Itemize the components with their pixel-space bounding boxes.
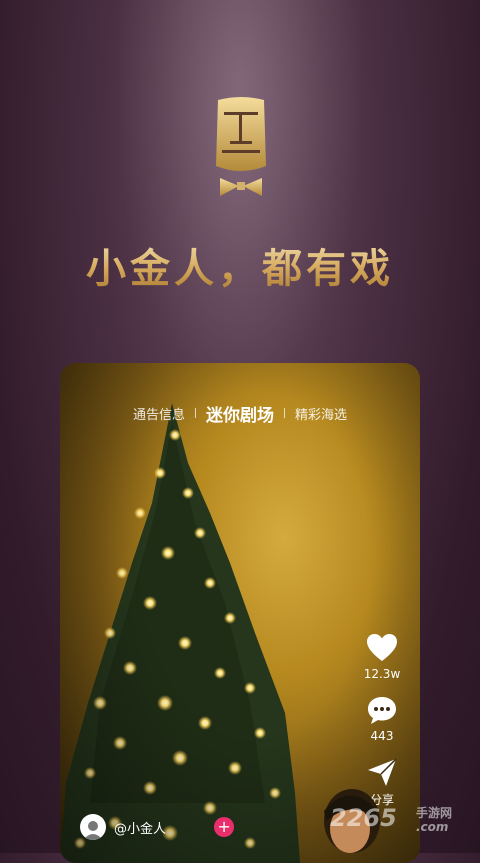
tab-mini-theater[interactable]: 迷你剧场: [206, 401, 274, 426]
tab-bar: 通告信息 迷你剧场 精彩海选: [60, 401, 420, 426]
plus-icon: +: [217, 817, 231, 836]
tab-announcements[interactable]: 通告信息: [133, 404, 185, 423]
phone-preview: 通告信息 迷你剧场 精彩海选 12.3w 443 分享 @小金人 +: [60, 363, 420, 863]
oscar-head-logo: [216, 97, 266, 196]
watermark-domain: .com: [416, 820, 449, 834]
username[interactable]: @小金人: [114, 818, 166, 837]
tab-divider: [284, 408, 285, 418]
like-count: 12.3w: [363, 667, 401, 681]
tab-auditions[interactable]: 精彩海选: [295, 404, 347, 423]
bottom-user-bar: @小金人 +: [80, 813, 235, 841]
follow-plus-button[interactable]: +: [214, 817, 235, 837]
heart-icon: [366, 634, 397, 661]
comment-count: 443: [370, 729, 394, 743]
slogan-title: 小金人，都有戏: [0, 236, 480, 294]
tab-divider: [195, 408, 196, 418]
site-watermark: 2265 手游网 .com: [330, 804, 452, 834]
avatar[interactable]: [80, 814, 106, 840]
comment-icon: [368, 697, 396, 724]
watermark-sub: 手游网: [416, 806, 453, 820]
comment-button[interactable]: 443: [366, 695, 398, 743]
user-icon: [83, 821, 103, 840]
watermark-brand: 2265: [330, 804, 397, 832]
like-button[interactable]: 12.3w: [363, 633, 401, 681]
